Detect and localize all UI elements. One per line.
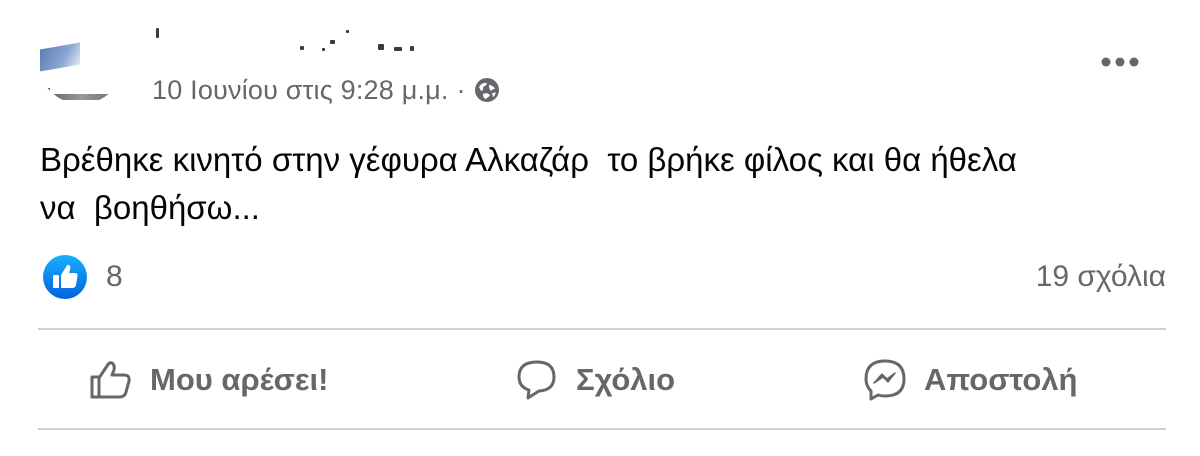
like-label: Μου αρέσει! bbox=[150, 362, 329, 397]
more-horizontal-icon bbox=[1101, 57, 1139, 67]
messenger-icon bbox=[862, 357, 908, 403]
facebook-post: 10 Ιουνίου στις 9:28 μ.μ. · Βρέθηκε κινη… bbox=[0, 0, 1200, 456]
like-thumb-icon[interactable] bbox=[42, 254, 88, 300]
avatar[interactable] bbox=[38, 18, 124, 104]
send-label: Αποστολή bbox=[924, 362, 1078, 397]
avatar-photo-sky bbox=[40, 42, 80, 72]
comment-count-link[interactable]: 19 σχόλια bbox=[1036, 260, 1166, 294]
redacted-author-name bbox=[150, 20, 430, 54]
avatar-photo-ground bbox=[44, 94, 118, 100]
post-text: Βρέθηκε κινητό στην γέφυρα Αλκαζάρ το βρ… bbox=[40, 141, 1017, 226]
public-globe-icon[interactable] bbox=[474, 77, 500, 103]
comment-button[interactable]: Σχόλιο bbox=[514, 352, 675, 408]
like-button[interactable]: Μου αρέσει! bbox=[88, 352, 329, 408]
post-timestamp[interactable]: 10 Ιουνίου στις 9:28 μ.μ. bbox=[152, 75, 449, 106]
divider-bottom bbox=[38, 428, 1166, 430]
divider-top bbox=[38, 328, 1166, 330]
reaction-count[interactable]: 8 bbox=[106, 260, 123, 294]
post-meta: 10 Ιουνίου στις 9:28 μ.μ. · bbox=[152, 74, 500, 106]
meta-separator: · bbox=[456, 74, 466, 105]
comment-bubble-icon bbox=[514, 357, 560, 403]
thumbs-up-icon bbox=[88, 357, 134, 403]
more-options-button[interactable] bbox=[1096, 44, 1144, 80]
send-button[interactable]: Αποστολή bbox=[862, 352, 1078, 408]
comment-label: Σχόλιο bbox=[576, 362, 676, 397]
